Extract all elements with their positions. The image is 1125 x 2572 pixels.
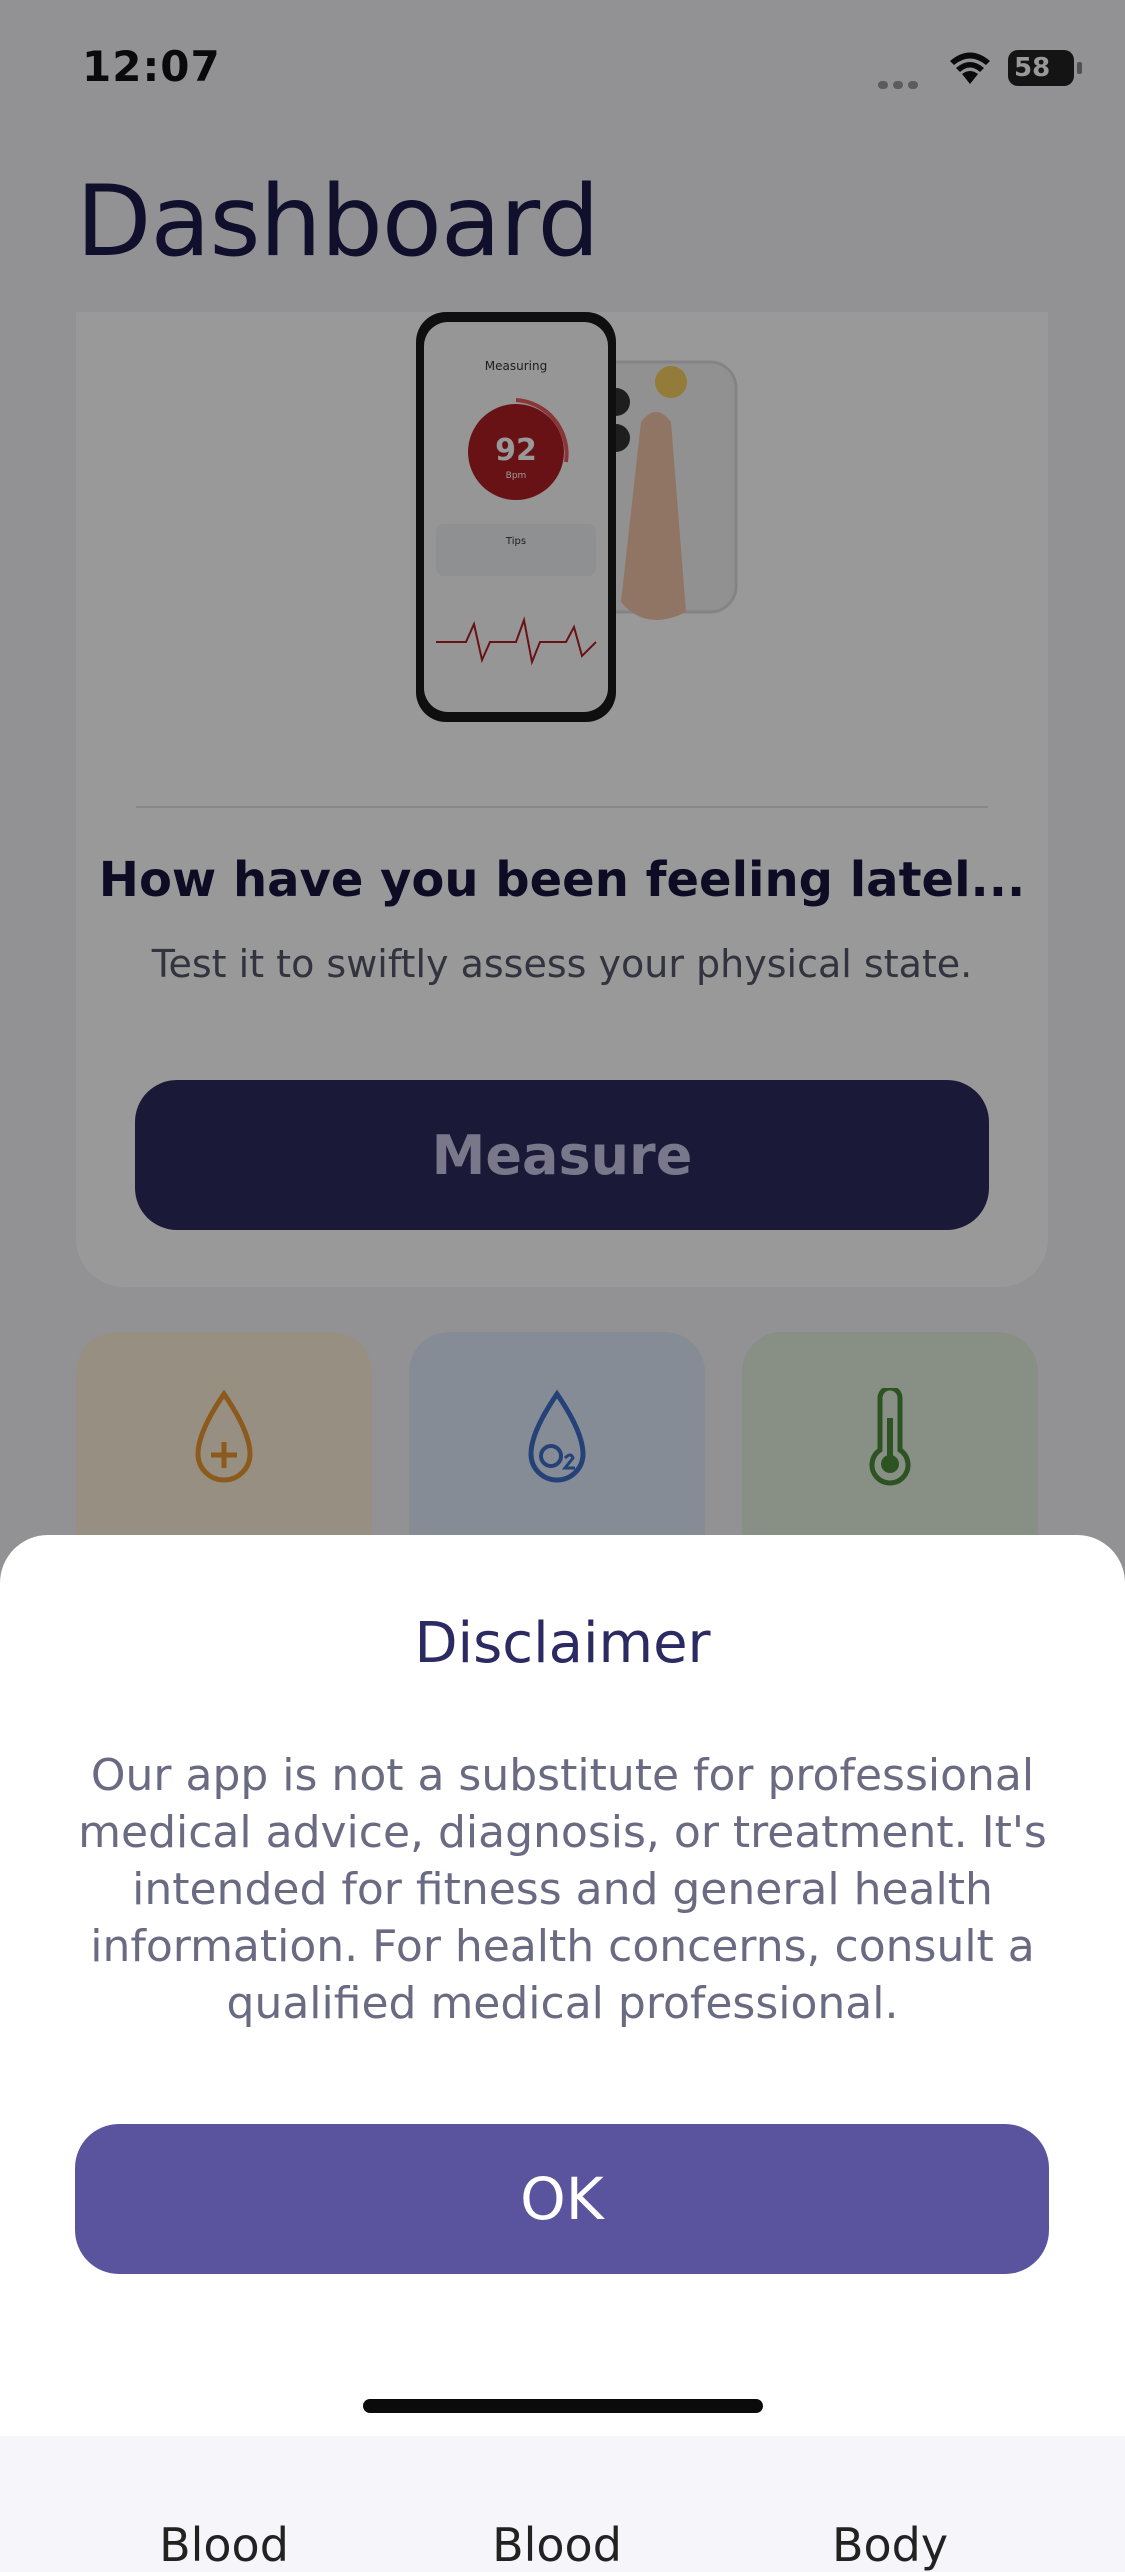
tile-label: Blood <box>492 2518 622 2572</box>
tile-label: Body <box>831 2518 949 2572</box>
tile-label: Blood <box>159 2518 289 2572</box>
disclaimer-body: Our app is not a substitute for professi… <box>78 1750 1047 2029</box>
disclaimer-sheet: Disclaimer Our app is not a substitute f… <box>0 1535 1125 2436</box>
ok-button[interactable]: OK <box>75 2124 1049 2274</box>
disclaimer-title: Disclaimer <box>414 1611 711 1676</box>
home-indicator <box>363 2399 763 2413</box>
